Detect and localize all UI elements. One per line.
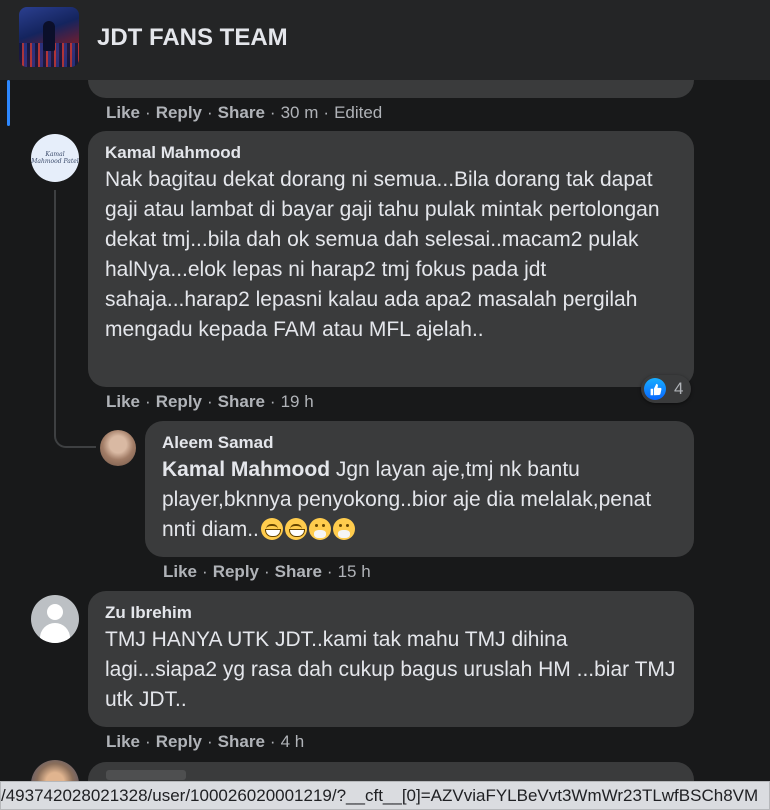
like-button[interactable]: Like [106, 392, 140, 412]
comment-timestamp[interactable]: 4 h [281, 732, 305, 752]
avatar-signature-text: Kamal Mahmood Patel [31, 151, 79, 165]
separator: · [269, 732, 276, 751]
separator: · [269, 392, 276, 411]
separator: · [323, 103, 330, 122]
comment-actions: Like · Reply · Share · 19 h [106, 392, 314, 412]
separator: · [202, 562, 208, 581]
group-header: JDT FANS TEAM [0, 0, 770, 80]
group-avatar[interactable] [19, 7, 79, 67]
share-button[interactable]: Share [218, 732, 265, 752]
thread-connector [54, 420, 96, 448]
thread-line [54, 190, 56, 422]
reaction-count: 4 [674, 379, 684, 398]
avatar-figure-graphic [43, 21, 55, 51]
comment-bubble: Zu Ibrehim TMJ HANYA UTK JDT..kami tak m… [88, 591, 694, 727]
like-button[interactable]: Like [106, 732, 140, 752]
reply-text: Kamal Mahmood Jgn layan aje,tmj nk bantu… [162, 455, 678, 545]
grinning-face-icon [284, 518, 307, 540]
comment-text: TMJ HANYA UTK JDT..kami tak mahu TMJ dih… [105, 628, 676, 711]
avatar[interactable]: Kamal Mahmood Patel [31, 134, 79, 182]
group-name[interactable]: JDT FANS TEAM [97, 24, 288, 52]
comment-timestamp[interactable]: 19 h [281, 392, 314, 412]
reaction-summary[interactable]: 4 [641, 375, 691, 403]
mention-link[interactable]: Kamal Mahmood [162, 458, 330, 481]
like-button[interactable]: Like [106, 103, 140, 123]
comment-text: Nak bagitau dekat dorang ni semua...Bila… [105, 168, 660, 341]
avatar-body-shape [40, 623, 70, 643]
focus-indicator [7, 80, 10, 126]
separator: · [145, 103, 151, 122]
reply-button[interactable]: Reply [156, 392, 202, 412]
hushed-face-icon [332, 518, 355, 540]
like-button[interactable]: Like [163, 562, 197, 582]
grinning-face-icon [260, 518, 283, 540]
share-button[interactable]: Share [218, 392, 265, 412]
share-button[interactable]: Share [275, 562, 322, 582]
avatar[interactable] [100, 430, 136, 466]
comment-timestamp[interactable]: 30 m [281, 103, 319, 123]
separator: · [264, 562, 270, 581]
status-bar-url: /493742028021328/user/100026020001219/?_… [0, 781, 770, 810]
default-avatar[interactable] [31, 595, 79, 643]
edited-label[interactable]: Edited [334, 103, 382, 123]
separator: · [145, 392, 151, 411]
separator: · [207, 103, 213, 122]
reply-button[interactable]: Reply [156, 103, 202, 123]
comment-bubble: Kamal Mahmood Nak bagitau dekat dorang n… [88, 131, 694, 387]
reply-actions: Like · Reply · Share · 15 h [163, 562, 371, 582]
separator: · [326, 562, 333, 581]
comment-author-placeholder [106, 770, 186, 780]
separator: · [269, 103, 276, 122]
reply-button[interactable]: Reply [213, 562, 259, 582]
previous-comment-actions: Like · Reply · Share · 30 m · Edited [106, 103, 382, 123]
avatar-head-shape [47, 604, 63, 620]
comment-author[interactable]: Kamal Mahmood [105, 143, 678, 163]
reply-author[interactable]: Aleem Samad [162, 433, 678, 453]
comment-timestamp[interactable]: 15 h [338, 562, 371, 582]
reply-button[interactable]: Reply [156, 732, 202, 752]
separator: · [207, 732, 213, 751]
share-button[interactable]: Share [218, 103, 265, 123]
hushed-face-icon [308, 518, 331, 540]
separator: · [145, 732, 151, 751]
thumbs-up-icon [644, 378, 666, 400]
reply-bubble: Aleem Samad Kamal Mahmood Jgn layan aje,… [145, 421, 694, 557]
separator: · [207, 392, 213, 411]
comment-author[interactable]: Zu Ibrehim [105, 603, 678, 623]
comment-actions: Like · Reply · Share · 4 h [106, 732, 304, 752]
